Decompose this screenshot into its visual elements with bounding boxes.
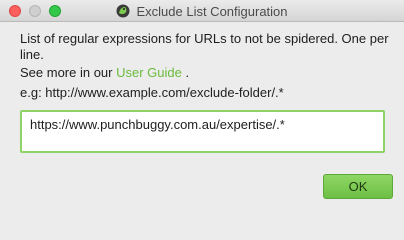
see-more-prefix: See more in our [20, 65, 117, 80]
ok-button[interactable]: OK [323, 174, 393, 199]
title-bar[interactable]: Exclude List Configuration [0, 0, 404, 22]
frog-icon [116, 4, 130, 18]
title-wrap: Exclude List Configuration [0, 0, 404, 22]
dialog-window: Exclude List Configuration List of regul… [0, 0, 404, 209]
window-title: Exclude List Configuration [136, 3, 288, 19]
example-text: e.g: http://www.example.com/exclude-fold… [20, 85, 284, 100]
see-more-suffix: . [181, 65, 190, 80]
exclude-list-input[interactable] [20, 110, 385, 153]
description-text: List of regular expressions for URLs to … [20, 31, 389, 62]
see-more-line: See more in our User Guide . [20, 65, 189, 81]
user-guide-link[interactable]: User Guide [116, 65, 182, 80]
